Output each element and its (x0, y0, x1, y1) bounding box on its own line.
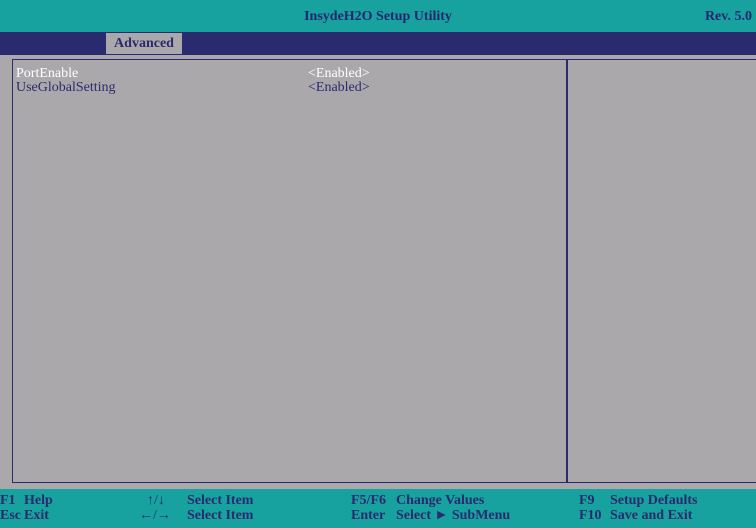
enter-key: Enter (351, 508, 386, 523)
up-down-arrows-icon: ↑/↓ (147, 493, 165, 508)
help-panel (567, 59, 756, 483)
left-right-arrows-icon: ←/→ (139, 508, 171, 523)
enter-description: Select ► SubMenu (396, 508, 511, 523)
esc-description: Exit (24, 508, 49, 523)
title-bar: InsydeH2O Setup Utility Rev. 5.0 (0, 0, 756, 32)
setting-label: UseGlobalSetting (16, 80, 116, 95)
revision-label: Rev. 5.0 (704, 9, 752, 24)
setting-row-use-global-setting[interactable]: UseGlobalSetting <Enabled> (16, 81, 556, 95)
f1-key: F1 (0, 493, 16, 508)
menu-bar: Advanced (0, 32, 756, 55)
tab-advanced[interactable]: Advanced (106, 33, 182, 54)
f10-description: Save and Exit (610, 508, 693, 523)
bios-setup-screen: InsydeH2O Setup Utility Rev. 5.0 Advance… (0, 0, 756, 528)
updown-description: Select Item (187, 493, 254, 508)
setting-row-port-enable[interactable]: PortEnable <Enabled> (16, 67, 556, 81)
setting-label: PortEnable (16, 66, 79, 81)
esc-key: Esc (0, 508, 21, 523)
setting-value[interactable]: <Enabled> (308, 81, 370, 95)
f9-key: F9 (579, 493, 595, 508)
settings-panel (12, 59, 567, 483)
app-title: InsydeH2O Setup Utility (304, 9, 452, 24)
key-help-footer: F1 Help Esc Exit ↑/↓ Select Item ←/→ Sel… (0, 489, 756, 528)
f5-f6-description: Change Values (396, 493, 485, 508)
setting-value[interactable]: <Enabled> (308, 67, 370, 81)
f9-description: Setup Defaults (610, 493, 698, 508)
f5-f6-key: F5/F6 (351, 493, 386, 508)
f1-description: Help (24, 493, 53, 508)
f10-key: F10 (579, 508, 602, 523)
leftright-description: Select Item (187, 508, 254, 523)
